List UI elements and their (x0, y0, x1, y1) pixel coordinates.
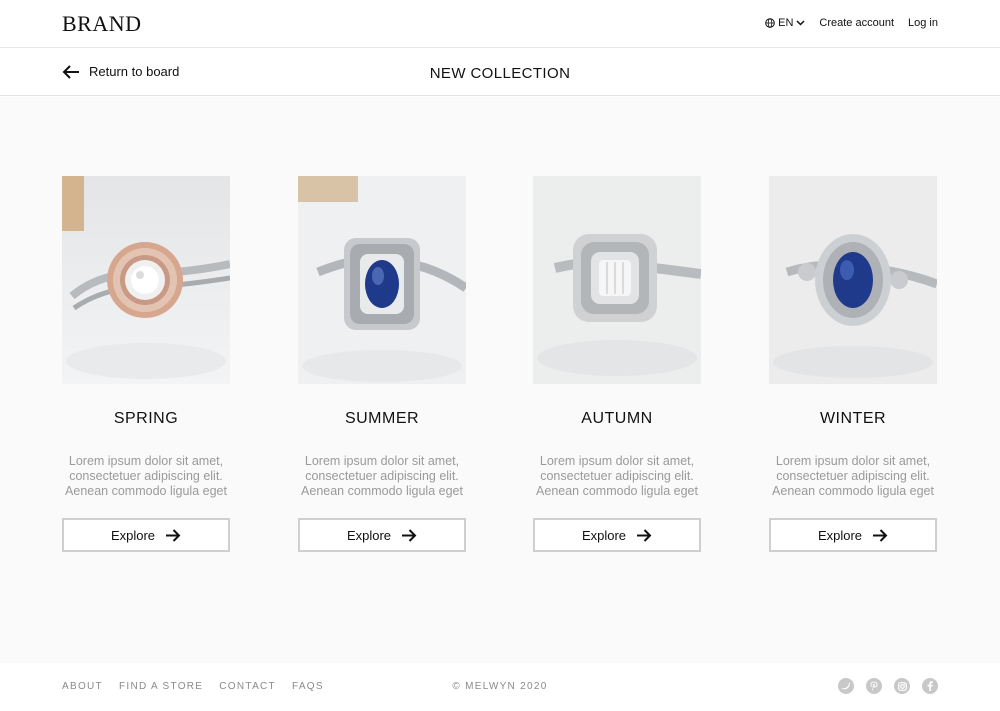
explore-button[interactable]: Explore (298, 518, 466, 552)
collection-description: Lorem ipsum dolor sit amet, consectetuer… (763, 454, 943, 499)
pinterest-icon[interactable] (866, 678, 882, 694)
product-image[interactable] (298, 176, 466, 384)
description-line: Lorem ipsum dolor sit amet, (304, 454, 460, 468)
chevron-down-icon (796, 20, 805, 26)
explore-button[interactable]: Explore (533, 518, 701, 552)
collection-description: Lorem ipsum dolor sit amet, consectetuer… (292, 454, 472, 499)
twitter-icon[interactable] (838, 678, 854, 694)
language-label: EN (778, 17, 794, 29)
collection-title: SPRING (113, 410, 179, 427)
brand-logo[interactable]: BRAND (62, 11, 142, 37)
explore-label: Explore (346, 527, 392, 543)
arrow-right-icon (402, 528, 417, 542)
description-line: consectetuer adipiscing elit. (776, 469, 930, 483)
collection-title: WINTER (819, 410, 887, 427)
arrow-right-icon (637, 528, 652, 542)
description-line: Lorem ipsum dolor sit amet, (68, 454, 224, 468)
instagram-icon[interactable] (894, 678, 910, 694)
top-nav-links: EN Create account Log in (765, 17, 938, 29)
collection-description: Lorem ipsum dolor sit amet, consectetuer… (56, 454, 236, 499)
description-line: Aenean commodo ligula eget (65, 484, 227, 498)
collection-title: AUTUMN (581, 410, 653, 427)
collection-description: Lorem ipsum dolor sit amet, consectetuer… (527, 454, 707, 499)
description-line: consectetuer adipiscing elit. (69, 469, 223, 483)
arrow-left-icon (62, 64, 79, 79)
collection-card-spring: SPRING Lorem ipsum dolor sit amet, conse… (62, 176, 230, 552)
explore-label: Explore (110, 527, 156, 543)
explore-label: Explore (817, 527, 863, 543)
arrow-right-icon (166, 528, 181, 542)
collection-title: SUMMER (344, 410, 420, 427)
collection-grid: SPRING Lorem ipsum dolor sit amet, conse… (0, 97, 1000, 663)
explore-label: Explore (581, 527, 627, 543)
arrow-right-icon (873, 528, 888, 542)
social-links (838, 678, 938, 694)
product-image[interactable] (62, 176, 230, 384)
top-navigation-bar: BRAND EN Create account Log in (0, 0, 1000, 48)
return-to-board-link[interactable]: Return to board (62, 64, 179, 79)
footer: ABOUT FIND A STORE CONTACT FAQS © MELWYN… (0, 663, 1000, 711)
explore-button[interactable]: Explore (769, 518, 937, 552)
collection-card-autumn: AUTUMN Lorem ipsum dolor sit amet, conse… (533, 176, 701, 552)
description-line: Aenean commodo ligula eget (301, 484, 463, 498)
login-link[interactable]: Log in (908, 17, 938, 29)
product-image[interactable] (769, 176, 937, 384)
description-line: Aenean commodo ligula eget (772, 484, 934, 498)
product-image[interactable] (533, 176, 701, 384)
return-to-board-label: Return to board (89, 64, 180, 79)
description-line: Lorem ipsum dolor sit amet, (775, 454, 931, 468)
sub-header: NEW COLLECTION Return to board (0, 48, 1000, 96)
collection-card-winter: WINTER Lorem ipsum dolor sit amet, conse… (769, 176, 937, 552)
description-line: consectetuer adipiscing elit. (540, 469, 694, 483)
description-line: Lorem ipsum dolor sit amet, (539, 454, 695, 468)
facebook-icon[interactable] (922, 678, 938, 694)
globe-icon (765, 18, 775, 28)
create-account-link[interactable]: Create account (819, 17, 894, 29)
description-line: Aenean commodo ligula eget (536, 484, 698, 498)
description-line: consectetuer adipiscing elit. (305, 469, 459, 483)
language-selector[interactable]: EN (765, 17, 805, 29)
collection-card-summer: SUMMER Lorem ipsum dolor sit amet, conse… (298, 176, 466, 552)
explore-button[interactable]: Explore (62, 518, 230, 552)
